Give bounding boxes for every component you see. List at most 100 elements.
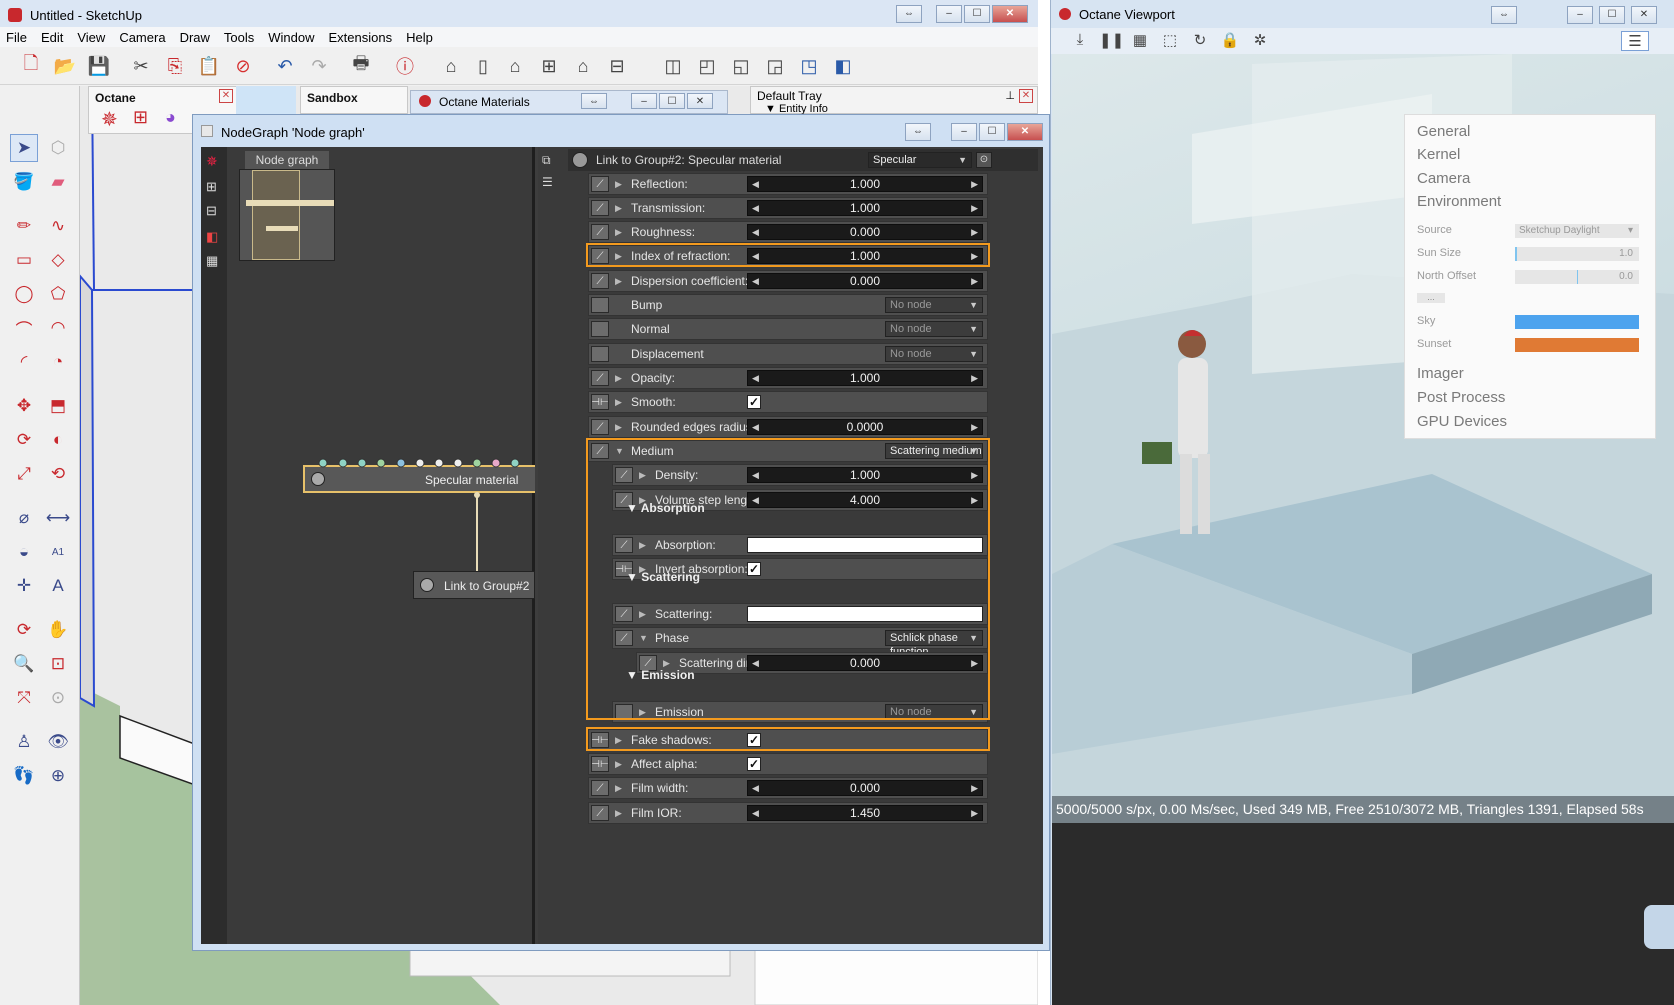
save-icon[interactable]: 💾 — [86, 53, 112, 79]
expand-arrow-icon[interactable]: ▶ — [615, 179, 622, 190]
expand-arrow-icon[interactable]: ▶ — [615, 397, 622, 408]
film-width-pin-icon[interactable]: ⟋ — [591, 780, 609, 796]
decrement-arrow-icon[interactable]: ◀ — [752, 177, 759, 191]
octane-panel-close-icon[interactable]: ✕ — [219, 89, 233, 103]
sun-size-slider[interactable]: 1.0 — [1515, 247, 1639, 261]
3d-text-icon[interactable]: A — [44, 572, 72, 600]
axes-icon[interactable]: ✛ — [10, 572, 38, 600]
offset-icon[interactable]: ⟲ — [44, 460, 72, 488]
nodegraph-close-button[interactable]: ✕ — [1007, 123, 1043, 141]
scale-icon[interactable]: ⤢ — [10, 460, 38, 488]
menu-imager[interactable]: Imager — [1417, 365, 1464, 382]
protractor-icon[interactable]: ◒ — [10, 538, 38, 566]
increment-arrow-icon[interactable]: ▶ — [971, 781, 978, 795]
expand-arrow-icon[interactable]: ▶ — [615, 808, 622, 819]
increment-arrow-icon[interactable]: ▶ — [971, 371, 978, 385]
hamburger-menu-icon[interactable]: ☰ — [1621, 31, 1649, 51]
increment-arrow-icon[interactable]: ▶ — [971, 420, 978, 434]
film-ior-slider[interactable]: ◀ 1.450 ▶ — [747, 805, 983, 821]
decrement-arrow-icon[interactable]: ◀ — [752, 420, 759, 434]
octane-render-icon[interactable]: ✵ — [101, 107, 118, 132]
menu-window[interactable]: Window — [268, 30, 314, 45]
dimension-icon[interactable]: ⟷ — [44, 504, 72, 532]
node-tree-icon[interactable]: ⊞ — [206, 179, 217, 195]
hidden-line-style-icon[interactable]: ◱ — [728, 53, 754, 79]
zoom-extents-icon[interactable]: ⤧ — [10, 684, 38, 712]
affect-alpha-checkbox[interactable]: ✓ — [747, 757, 761, 771]
viewport-minimize-button[interactable]: – — [1567, 6, 1593, 24]
expand-arrow-icon[interactable]: ▶ — [615, 203, 622, 214]
eraser-icon[interactable]: ▰ — [44, 168, 72, 196]
normal-select[interactable]: No node ▼ — [885, 321, 983, 337]
paint-bucket-icon[interactable]: 🪣 — [10, 168, 38, 196]
displacement-select[interactable]: No node ▼ — [885, 346, 983, 362]
expand-arrow-icon[interactable]: ▶ — [615, 227, 622, 238]
pie-icon[interactable]: ◔ — [44, 348, 72, 376]
undo-icon[interactable]: ↶ — [272, 53, 298, 79]
tray-pin-icon[interactable]: ⊥ — [1005, 89, 1015, 102]
viewport-close-button[interactable]: ✕ — [1631, 6, 1657, 24]
octane-nodegraph-icon[interactable]: ⊞ — [133, 107, 148, 128]
node-material-icon[interactable]: ◧ — [206, 229, 218, 245]
download-icon[interactable]: ⤓ — [1069, 31, 1091, 51]
rectangle-icon[interactable]: ▭ — [10, 246, 38, 274]
redo-icon[interactable]: ↷ — [306, 53, 332, 79]
more-options-button[interactable]: ... — [1417, 293, 1445, 303]
lock-icon[interactable]: 🔒 — [1219, 31, 1241, 51]
menu-post-process[interactable]: Post Process — [1417, 389, 1505, 406]
viewport-restore-icon[interactable]: ⇔ — [1491, 6, 1517, 24]
look-around-icon[interactable]: 👁 — [44, 728, 72, 756]
film-ior-pin-icon[interactable]: ⟋ — [591, 805, 609, 821]
expand-arrow-icon[interactable]: ▶ — [615, 276, 622, 287]
menu-extensions[interactable]: Extensions — [329, 30, 393, 45]
zoom-window-icon[interactable]: ⊡ — [44, 650, 72, 678]
affect-alpha-pin-icon[interactable]: ⊣⊢ — [591, 756, 609, 772]
erase-icon[interactable]: ⊘ — [230, 53, 256, 79]
select-region-icon[interactable]: ⬚ — [1159, 31, 1181, 51]
move-icon[interactable]: ✥ — [10, 392, 38, 420]
follow-me-icon[interactable]: ◐ — [44, 426, 72, 454]
node-layout-icon[interactable]: ⊟ — [206, 203, 217, 219]
decrement-arrow-icon[interactable]: ◀ — [752, 274, 759, 288]
octane-color-icon[interactable]: ◕ — [165, 107, 176, 128]
sunset-color-swatch[interactable] — [1515, 338, 1639, 352]
increment-arrow-icon[interactable]: ▶ — [971, 177, 978, 191]
back-view-icon[interactable]: ⌂ — [570, 53, 596, 79]
position-camera-icon[interactable]: ♙ — [10, 728, 38, 756]
smooth-checkbox[interactable]: ✓ — [747, 395, 761, 409]
expand-arrow-icon[interactable]: ▶ — [615, 373, 622, 384]
increment-arrow-icon[interactable]: ▶ — [971, 225, 978, 239]
inspector-copy-icon[interactable]: ⧉ — [542, 153, 551, 168]
menu-camera[interactable]: Camera — [119, 30, 165, 45]
rotated-rectangle-icon[interactable]: ◇ — [44, 246, 72, 274]
reflection-slider[interactable]: ◀ 1.000 ▶ — [747, 176, 983, 192]
menu-camera[interactable]: Camera — [1417, 170, 1470, 187]
open-file-icon[interactable]: 📂 — [52, 53, 78, 79]
select-tool-icon[interactable]: ➤ — [10, 134, 38, 162]
menu-help[interactable]: Help — [406, 30, 433, 45]
dispersion-slider[interactable]: ◀ 0.000 ▶ — [747, 273, 983, 289]
material-type-select[interactable]: Specular ▼ — [868, 152, 972, 168]
render-view[interactable]: General Kernel Camera Environment Source… — [1052, 54, 1674, 823]
displacement-pin-icon[interactable] — [591, 346, 609, 362]
decrement-arrow-icon[interactable]: ◀ — [752, 201, 759, 215]
decrement-arrow-icon[interactable]: ◀ — [752, 225, 759, 239]
pause-icon[interactable]: ❚❚ — [1099, 31, 1124, 51]
octane-logo-icon[interactable]: ✵ — [206, 153, 218, 170]
pan-icon[interactable]: ✋ — [44, 616, 72, 644]
iso-view-icon[interactable]: ⌂ — [438, 53, 464, 79]
menu-tools[interactable]: Tools — [224, 30, 254, 45]
bump-select[interactable]: No node ▼ — [885, 297, 983, 313]
rounded-slider[interactable]: ◀ 0.0000 ▶ — [747, 419, 983, 435]
menu-kernel[interactable]: Kernel — [1417, 146, 1460, 163]
menu-draw[interactable]: Draw — [180, 30, 210, 45]
bump-pin-icon[interactable] — [591, 297, 609, 313]
shaded-style-icon[interactable]: ◲ — [762, 53, 788, 79]
restart-icon[interactable]: ↻ — [1189, 31, 1211, 51]
film-width-slider[interactable]: ◀ 0.000 ▶ — [747, 780, 983, 796]
push-pull-icon[interactable]: ⬒ — [44, 392, 72, 420]
menu-file[interactable]: File — [6, 30, 27, 45]
opacity-slider[interactable]: ◀ 1.000 ▶ — [747, 370, 983, 386]
north-offset-slider[interactable]: 0.0 — [1515, 270, 1639, 284]
text-tool-icon[interactable]: A1 — [44, 538, 72, 566]
